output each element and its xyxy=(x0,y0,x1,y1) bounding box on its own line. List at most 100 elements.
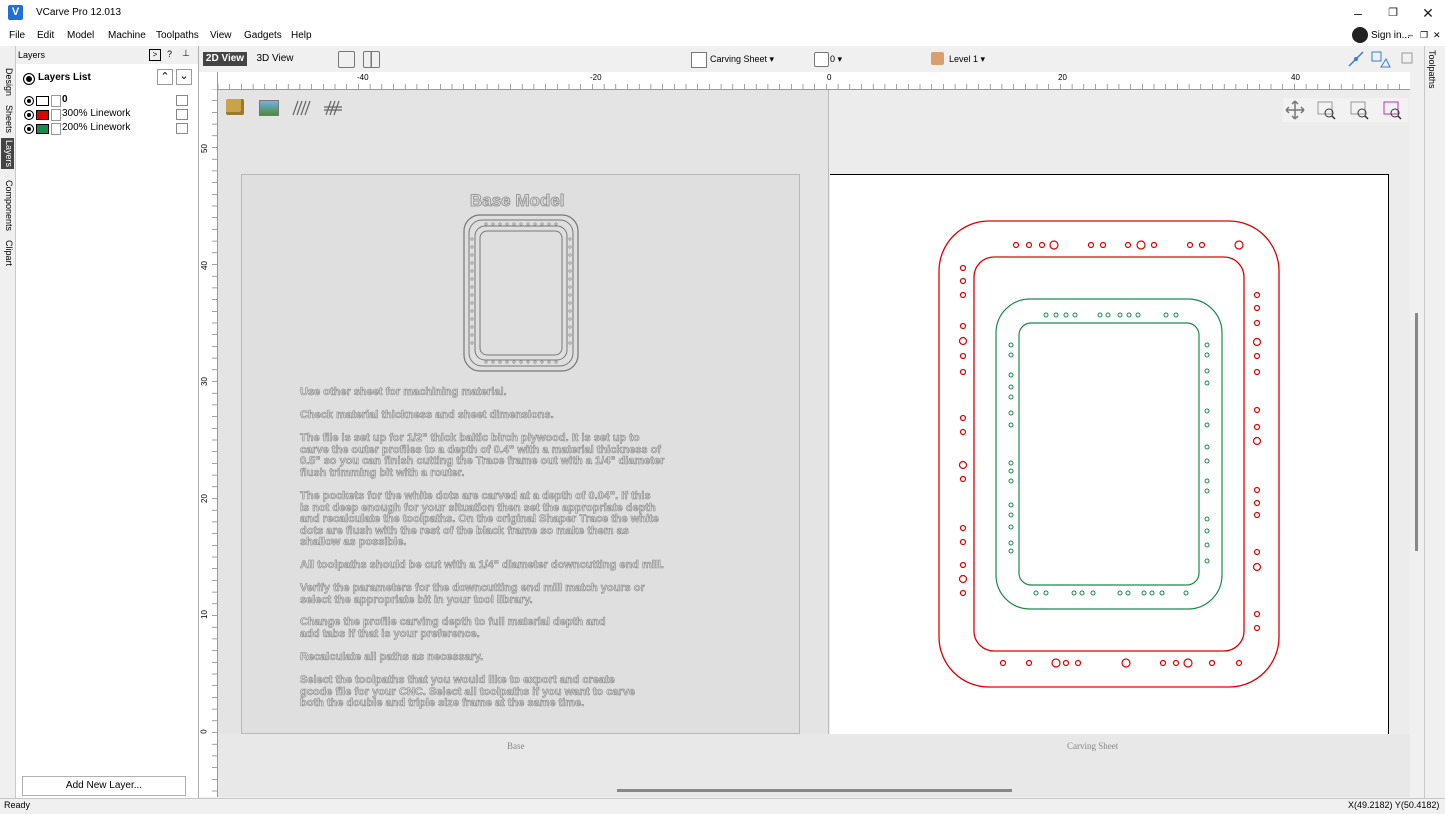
dot-pocket[interactable] xyxy=(1126,312,1132,318)
dot-pocket[interactable] xyxy=(547,222,551,226)
dot-pocket[interactable] xyxy=(568,285,572,289)
dot-pocket[interactable] xyxy=(1136,240,1146,250)
dot-pocket[interactable] xyxy=(540,222,544,226)
dot-pocket[interactable] xyxy=(1204,444,1210,450)
dot-pocket[interactable] xyxy=(1062,659,1070,667)
dot-pocket[interactable] xyxy=(1008,352,1014,358)
doc-minimize-icon[interactable]: – xyxy=(1408,30,1413,40)
dot-pocket[interactable] xyxy=(1125,590,1131,596)
dot-pocket[interactable] xyxy=(1079,590,1085,596)
layer-visible-icon[interactable] xyxy=(24,110,34,120)
dot-pocket[interactable] xyxy=(526,222,530,226)
level-select[interactable]: Level 1 ▾ xyxy=(949,54,985,65)
dot-pocket[interactable] xyxy=(533,360,537,364)
dot-pockets-200[interactable] xyxy=(1008,312,1210,596)
toolpath-preview-icon[interactable] xyxy=(292,100,311,116)
dot-pocket[interactable] xyxy=(1204,488,1210,494)
dot-pocket[interactable] xyxy=(498,360,502,364)
dot-pocket[interactable] xyxy=(959,277,967,285)
dot-pocket[interactable] xyxy=(1204,516,1210,522)
dot-pocket[interactable] xyxy=(1183,590,1189,596)
dot-pocket[interactable] xyxy=(470,277,474,281)
dot-pocket[interactable] xyxy=(547,360,551,364)
tab-toolpaths[interactable]: Toolpaths xyxy=(1427,50,1437,89)
layer-row-200-linework[interactable]: 200% Linework xyxy=(22,122,194,136)
dot-pocket[interactable] xyxy=(1163,312,1169,318)
doc-close-icon[interactable]: ✕ xyxy=(1433,30,1441,41)
dot-pocket[interactable] xyxy=(568,253,572,257)
dot-pocket[interactable] xyxy=(568,277,572,281)
help-icon[interactable]: ? xyxy=(167,49,172,59)
layer-visible-icon[interactable] xyxy=(24,96,34,106)
dot-pocket[interactable] xyxy=(1097,312,1103,318)
dot-pocket[interactable] xyxy=(1253,319,1261,327)
dot-pocket[interactable] xyxy=(1204,458,1210,464)
dot-pocket[interactable] xyxy=(533,222,537,226)
dot-pocket[interactable] xyxy=(1252,436,1262,446)
dot-pocket[interactable] xyxy=(1204,408,1210,414)
dot-pocket[interactable] xyxy=(1012,241,1020,249)
sign-in-button[interactable]: Sign in... xyxy=(1352,27,1410,43)
dot-pocket[interactable] xyxy=(1186,241,1194,249)
3d-preview-icon[interactable] xyxy=(259,100,279,116)
dot-pocket[interactable] xyxy=(1253,368,1261,376)
dot-pocket[interactable] xyxy=(1043,312,1049,318)
tab-sheets[interactable]: Sheets xyxy=(1,103,14,135)
dot-pocket[interactable] xyxy=(959,589,967,597)
move-layer-up-button[interactable]: ⌃ xyxy=(157,69,173,85)
dot-pocket[interactable] xyxy=(1105,312,1111,318)
dot-pocket[interactable] xyxy=(1204,558,1210,564)
dot-pocket[interactable] xyxy=(1008,512,1014,518)
dot-pocket[interactable] xyxy=(959,368,967,376)
dot-pocket[interactable] xyxy=(1173,312,1179,318)
restore-button[interactable]: ❐ xyxy=(1378,3,1408,23)
dot-pocket[interactable] xyxy=(1204,528,1210,534)
dot-pocket[interactable] xyxy=(959,428,967,436)
layer-color-swatch[interactable] xyxy=(36,96,49,106)
dot-pocket[interactable] xyxy=(1253,291,1261,299)
dot-pocket[interactable] xyxy=(526,360,530,364)
dot-pocket[interactable] xyxy=(1025,241,1033,249)
tab-layers[interactable]: Layers xyxy=(1,138,14,170)
dot-pocket[interactable] xyxy=(1253,406,1261,414)
dot-pocket[interactable] xyxy=(1053,312,1059,318)
menu-gadgets[interactable]: Gadgets xyxy=(244,30,282,41)
selection-box-icon[interactable] xyxy=(1401,52,1413,64)
dot-pocket[interactable] xyxy=(505,360,509,364)
dot-pocket[interactable] xyxy=(1204,342,1210,348)
dot-pocket[interactable] xyxy=(1208,659,1216,667)
layer-color-swatch[interactable] xyxy=(36,124,49,134)
inner-profile-200[interactable] xyxy=(1018,322,1200,586)
dot-pocket[interactable] xyxy=(1252,562,1262,572)
menu-model[interactable]: Model xyxy=(67,30,94,41)
dot-pocket[interactable] xyxy=(470,309,474,313)
dot-pocket[interactable] xyxy=(1150,241,1158,249)
dot-pocket[interactable] xyxy=(1234,240,1244,250)
dot-pocket[interactable] xyxy=(512,222,516,226)
dot-pocket[interactable] xyxy=(1038,241,1046,249)
dot-pocket[interactable] xyxy=(1172,659,1180,667)
layer-color-swatch[interactable] xyxy=(36,110,49,120)
dot-pocket[interactable] xyxy=(1008,394,1014,400)
dot-pocket[interactable] xyxy=(470,333,474,337)
dot-pocket[interactable] xyxy=(958,574,968,584)
layer-row-0[interactable]: 0 xyxy=(22,94,194,108)
dot-pocket[interactable] xyxy=(959,264,967,272)
dot-pocket[interactable] xyxy=(1008,460,1014,466)
snap-icon[interactable] xyxy=(1348,51,1364,67)
panel-autohide-icon[interactable]: > xyxy=(149,49,161,61)
outer-profile-200[interactable] xyxy=(995,298,1223,610)
tab-clipart[interactable]: Clipart xyxy=(1,238,14,268)
split-view-icon[interactable] xyxy=(363,51,380,68)
dot-pocket[interactable] xyxy=(1008,478,1014,484)
dot-pocket[interactable] xyxy=(484,360,488,364)
outer-profile-300[interactable] xyxy=(938,220,1280,688)
dot-pocket[interactable] xyxy=(1008,372,1014,378)
dot-pocket[interactable] xyxy=(1051,658,1061,668)
dot-pocket[interactable] xyxy=(568,245,572,249)
dot-pocket[interactable] xyxy=(470,325,474,329)
dot-pocket[interactable] xyxy=(1124,241,1132,249)
layer-properties-icon[interactable] xyxy=(176,95,188,106)
dot-pocket[interactable] xyxy=(1008,502,1014,508)
menu-machine[interactable]: Machine xyxy=(108,30,146,41)
